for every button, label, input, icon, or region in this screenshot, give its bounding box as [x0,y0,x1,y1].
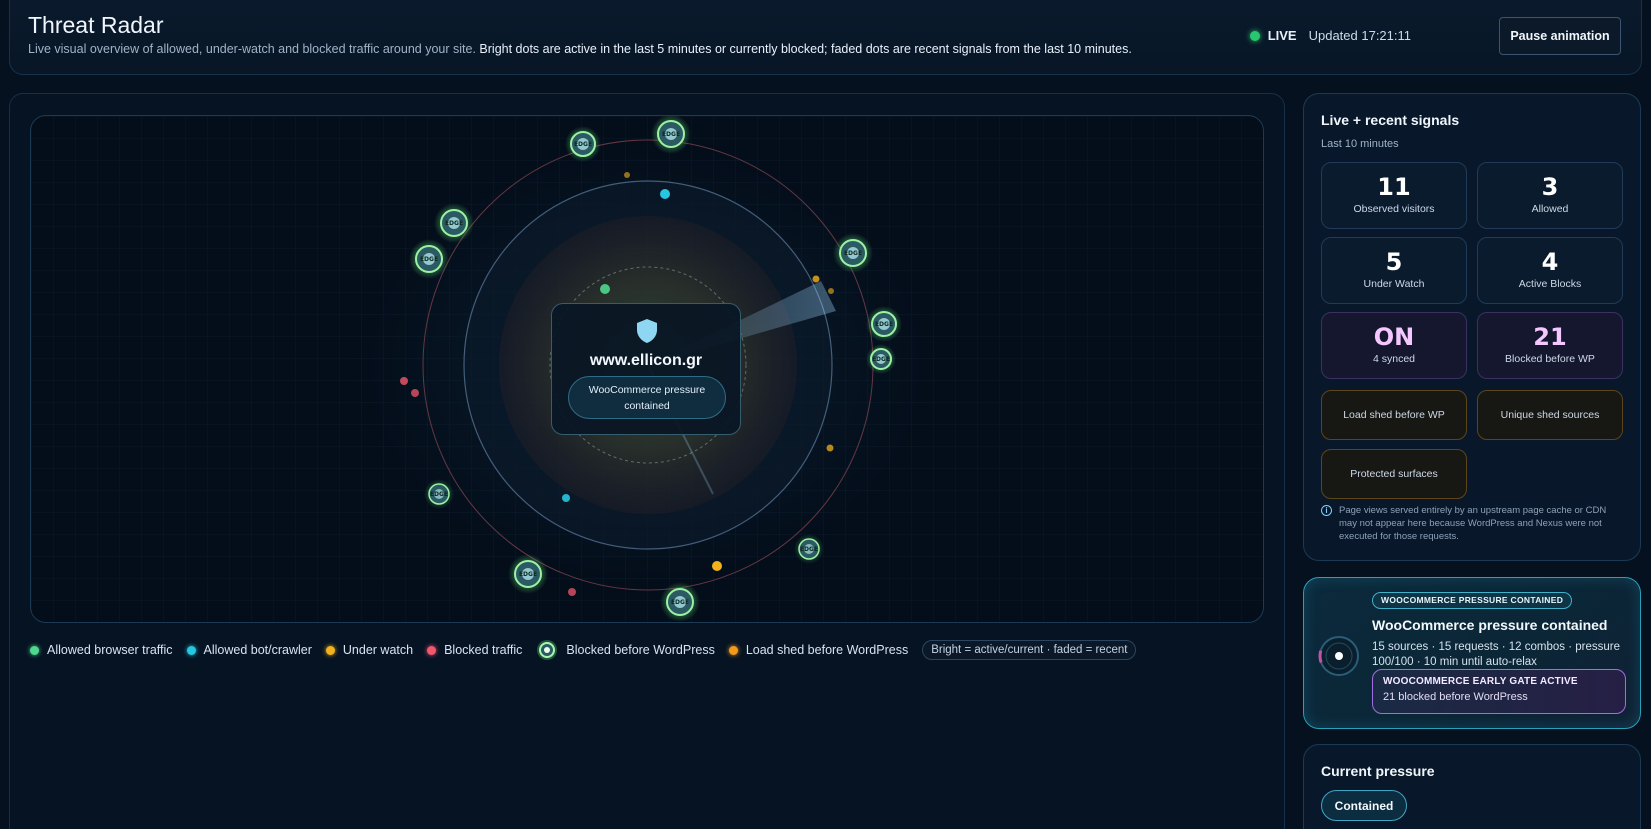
woocommerce-title: WooCommerce pressure contained [1372,617,1608,633]
legend-dot-icon [186,645,196,655]
legend-item: Under watch [325,643,414,657]
legend-note: Bright = active/current · faded = recent [922,640,1137,660]
stat-active-blocks: 4 Active Blocks [1477,237,1623,304]
pause-animation-button[interactable]: Pause animation [1499,17,1621,55]
early-gate-title: WOOCOMMERCE EARLY GATE ACTIVE [1383,676,1578,687]
legend-dot-icon [30,645,39,655]
stat-label: Blocked before WP [1505,353,1595,365]
pressure-gauge-icon [1318,635,1360,677]
stat-label: Under Watch [1363,278,1425,290]
legend-item: Blocked traffic [427,643,522,657]
stat-load-shed: Load shed before WP [1321,390,1467,440]
signals-title: Live + recent signals [1321,112,1460,128]
legend-label: Blocked before WordPress [566,643,715,657]
stat-protected-surfaces: Protected surfaces [1321,449,1467,499]
stat-value: 11 [1377,173,1411,201]
page-subtitle: Live visual overview of allowed, under-w… [28,42,1132,56]
edge-label: EDGE [420,256,438,263]
stat-unique-shed-sources: Unique shed sources [1477,390,1623,440]
site-card[interactable]: www.ellicon.gr WooCommerce pressure cont… [551,303,741,435]
edge-label: EDGE [574,141,592,148]
edge-label: EDGE [519,571,537,578]
live-label: LIVE [1267,28,1297,43]
woocommerce-description: 15 sources · 15 requests · 12 combos · p… [1372,641,1621,668]
legend-label: Allowed browser traffic [47,643,173,657]
edge-label: EDGE [662,131,680,138]
info-text: Page views served entirely by an upstrea… [1339,505,1607,542]
edge-label: EDGE [800,546,818,553]
radar-legend: Allowed browser traffic Allowed bot/craw… [30,638,1137,662]
woocommerce-pressure-card: WOOCOMMERCE PRESSURE CONTAINED WooCommer… [1303,577,1641,729]
stat-value: 3 [1541,173,1559,201]
page-title: Threat Radar [28,12,164,38]
edge-label: EDGE [872,356,890,363]
live-status: LIVE Updated 17:21:11 [1249,28,1411,43]
stat-value: 4 [1541,248,1559,276]
legend-dot-icon [427,645,437,655]
stat-label: Protected surfaces [1350,468,1438,480]
legend-label: Allowed bot/crawler [203,643,312,657]
stat-label: Unique shed sources [1500,409,1600,421]
cache-info-note: i Page views served entirely by an upstr… [1321,504,1623,543]
stat-label: Observed visitors [1353,203,1435,215]
live-dot-icon [1249,30,1260,41]
signals-card: Live + recent signals Last 10 minutes 11… [1303,93,1641,561]
legend-label: Under watch [342,643,414,657]
pressure-title: Current pressure [1321,763,1435,779]
subtitle-emphasis: Bright dots are active in the last 5 min… [479,42,1132,56]
edge-label: EDGE [430,491,448,498]
stat-under-watch: 5 Under Watch [1321,237,1467,304]
legend-item: Allowed browser traffic [30,643,173,657]
stat-label: 4 synced [1372,353,1416,365]
stat-value: 21 [1533,323,1567,351]
legend-item: Allowed bot/crawler [186,643,312,657]
stat-observed-visitors: 11 Observed visitors [1321,162,1467,229]
signals-subtitle: Last 10 minutes [1321,138,1399,150]
legend-label: Blocked traffic [444,643,523,657]
legend-dot-icon [728,645,738,655]
early-gate-box: WOOCOMMERCE EARLY GATE ACTIVE 21 blocked… [1372,669,1626,714]
site-name: www.ellicon.gr [589,352,703,369]
legend-label: Load shed before WordPress [745,643,909,657]
current-pressure-card: Current pressure Contained [1303,744,1641,829]
site-status-badge: WooCommerce pressure contained [568,376,726,419]
stat-value: 5 [1385,248,1403,276]
stat-label: Load shed before WP [1343,409,1445,421]
stat-blocked-before-wp: 21 Blocked before WP [1477,312,1623,379]
edge-label: EDGE [445,220,463,227]
subtitle-plain: Live visual overview of allowed, under-w… [28,42,476,56]
stat-gate-on: ON 4 synced [1321,312,1467,379]
header-bar: Threat Radar Live visual overview of all… [9,0,1642,75]
info-icon: i [1321,505,1332,516]
shield-icon [637,319,657,343]
stat-label: Allowed [1531,203,1569,215]
edge-label: EDGE [671,599,689,606]
legend-item: Blocked before WordPress [536,639,715,661]
edge-label: EDGE [875,321,893,328]
stat-label: Active Blocks [1518,278,1582,290]
woocommerce-status-pill: WOOCOMMERCE PRESSURE CONTAINED [1372,592,1573,609]
pressure-status-badge: Contained [1321,790,1407,821]
stat-allowed: 3 Allowed [1477,162,1623,229]
stat-value: ON [1373,323,1415,351]
edge-label: EDGE [844,250,862,257]
blocked-ring-icon [537,640,558,660]
legend-item: Load shed before WordPress [728,643,909,657]
early-gate-subtitle: 21 blocked before WordPress [1383,691,1528,703]
legend-dot-icon [325,645,335,655]
updated-time: Updated 17:21:11 [1308,28,1411,43]
